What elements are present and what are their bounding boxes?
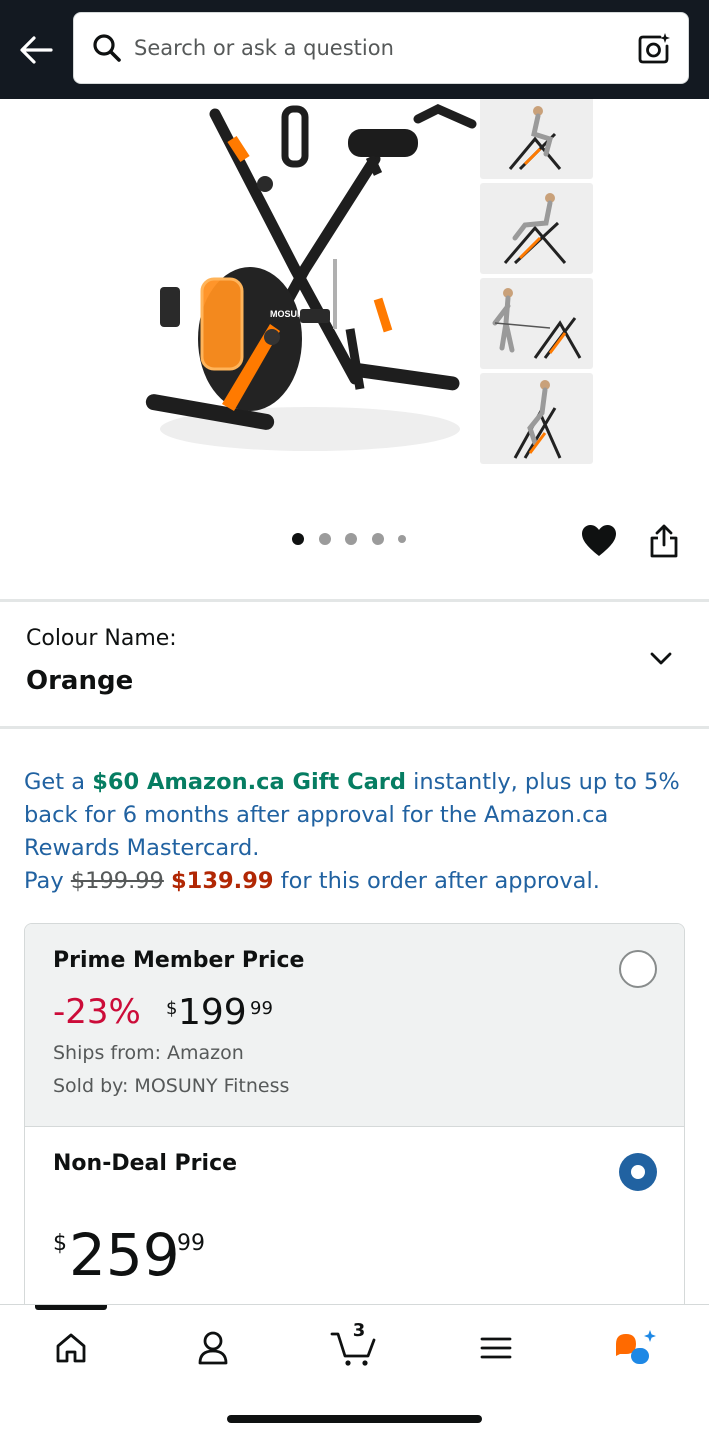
promo-text: for this order after approval.	[273, 868, 600, 894]
nav-rufus[interactable]	[605, 1325, 665, 1371]
price-whole: 259	[69, 1221, 180, 1289]
top-search-bar	[0, 0, 709, 99]
woman-seated-thumbnail[interactable]	[480, 373, 593, 464]
credit-card-promo[interactable]: Get a $60 Amazon.ca Gift Card instantly,…	[24, 766, 684, 898]
nav-menu[interactable]	[466, 1325, 526, 1371]
section-divider	[0, 599, 709, 602]
prime-price-option[interactable]: Prime Member Price -23% $ 199 99 Ships f…	[25, 924, 684, 1127]
home-icon	[56, 1333, 86, 1363]
gift-card-amount: $60 Amazon.ca Gift Card	[92, 769, 406, 795]
exercise-bike-image[interactable]: MOSUNY	[120, 99, 480, 479]
colour-label: Colour Name:	[26, 626, 177, 651]
section-divider	[0, 726, 709, 729]
currency-symbol: $	[166, 998, 178, 1019]
search-icon	[90, 31, 124, 65]
chevron-down-icon	[650, 652, 672, 665]
search-box[interactable]	[73, 12, 689, 84]
search-input[interactable]	[134, 36, 604, 60]
product-gallery: MOSUNY	[0, 99, 709, 599]
menu-icon	[480, 1337, 512, 1359]
image-carousel-dots[interactable]	[292, 533, 421, 545]
price-whole: 199	[178, 992, 247, 1033]
carousel-dot	[345, 533, 357, 545]
radio-selected[interactable]	[619, 1153, 657, 1191]
carousel-dot	[292, 533, 304, 545]
rufus-ai-icon	[616, 1330, 656, 1364]
promo-text: Get a	[24, 769, 93, 795]
carousel-dot	[318, 533, 331, 545]
woman-band-exercise-thumbnail[interactable]	[480, 278, 593, 369]
nav-home[interactable]	[41, 1325, 101, 1371]
currency-symbol: $	[53, 1231, 67, 1256]
option-title: Prime Member Price	[53, 948, 305, 973]
active-tab-indicator	[35, 1305, 107, 1310]
nav-account[interactable]	[183, 1325, 243, 1371]
carousel-dot	[398, 535, 406, 543]
colour-value: Orange	[26, 666, 134, 696]
back-button[interactable]	[14, 30, 58, 70]
wishlist-heart-icon[interactable]	[580, 523, 618, 559]
option-title: Non-Deal Price	[53, 1151, 238, 1176]
home-indicator	[227, 1415, 482, 1423]
radio-unselected[interactable]	[619, 950, 657, 988]
promo-new-price: $139.99	[171, 868, 274, 894]
promo-text: Pay	[24, 868, 71, 894]
carousel-dot	[371, 533, 384, 545]
promo-old-price: $199.99	[70, 868, 164, 894]
colour-selector[interactable]: Colour Name: Orange	[0, 604, 709, 726]
non-deal-price-option[interactable]: Non-Deal Price $ 259 99	[25, 1127, 684, 1322]
woman-cycling-thumbnail[interactable]	[480, 99, 593, 179]
share-icon[interactable]	[648, 523, 684, 561]
woman-reclined-thumbnail[interactable]	[480, 183, 593, 274]
discount-percent: -23%	[53, 992, 141, 1032]
cart-count-badge: 3	[352, 1320, 366, 1341]
price-fraction: 99	[177, 1231, 205, 1256]
sold-by: Sold by: MOSUNY Fitness	[53, 1075, 290, 1097]
account-icon	[198, 1331, 228, 1365]
ships-from: Ships from: Amazon	[53, 1042, 244, 1064]
thumbnail-strip	[480, 99, 593, 468]
camera-search-icon[interactable]	[634, 29, 674, 69]
back-arrow-icon	[20, 36, 53, 64]
price-fraction: 99	[250, 998, 273, 1019]
price-options: Prime Member Price -23% $ 199 99 Ships f…	[24, 923, 685, 1323]
